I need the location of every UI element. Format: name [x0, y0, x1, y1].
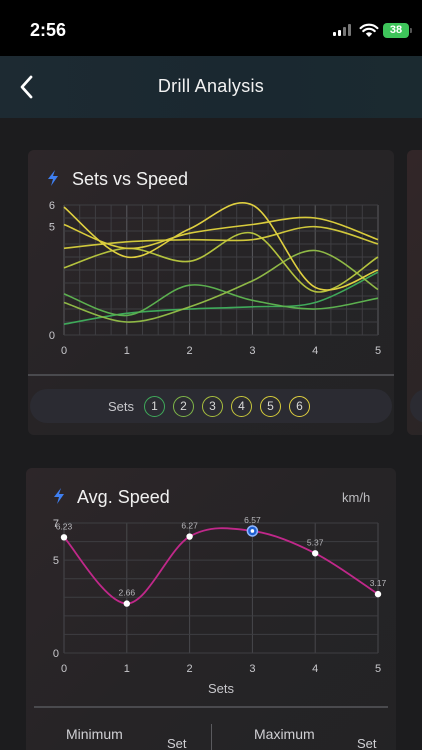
set-toggle-5[interactable]: 5	[260, 396, 281, 417]
set-toggle-1[interactable]: 1	[144, 396, 165, 417]
set-toggle-4[interactable]: 4	[231, 396, 252, 417]
sets-filter-label: Sets	[108, 399, 135, 414]
set-toggle-3[interactable]: 3	[202, 396, 223, 417]
status-time: 2:56	[30, 20, 67, 40]
x-tick-label: 0	[61, 345, 67, 357]
maximum-set-label: Set	[357, 736, 377, 750]
x-tick-label: 4	[312, 663, 318, 675]
x-tick-label: 5	[375, 345, 381, 357]
data-value-label: 6.23	[56, 521, 73, 531]
cellular-signal-icon	[333, 24, 353, 36]
avg-speed-chart: 0570 1 2 3 4 5Sets6.232.666.276.575.373.17	[53, 515, 387, 696]
speed-line	[63, 527, 379, 605]
battery-cap	[410, 28, 412, 33]
x-tick-label: 4	[312, 345, 318, 357]
speed-chart-grid	[63, 522, 379, 654]
sets-filter-bar: Sets 123456	[30, 389, 392, 423]
x-axis-title: Sets	[208, 681, 235, 696]
y-tick-label: 5	[49, 222, 55, 234]
data-point	[123, 600, 130, 607]
data-value-label: 6.27	[181, 521, 198, 531]
data-value-label: 3.17	[370, 578, 387, 588]
x-tick-label: 3	[249, 663, 255, 675]
set-toggle-6[interactable]: 6	[289, 396, 310, 417]
y-tick-label: 6	[49, 200, 55, 212]
status-bar: 2:56 38	[0, 0, 422, 56]
data-value-label: 5.37	[307, 537, 324, 547]
data-point	[186, 533, 193, 540]
minimum-label: Minimum	[66, 726, 123, 742]
x-tick-label: 2	[187, 345, 193, 357]
avg-speed-title: Avg. Speed	[77, 487, 170, 507]
data-point	[60, 534, 68, 541]
battery-icon: 38	[383, 23, 409, 38]
bolt-icon	[54, 488, 64, 504]
page-title: Drill Analysis	[157, 76, 265, 96]
wifi-icon	[359, 23, 379, 37]
x-tick-label: 0	[61, 663, 67, 675]
x-tick-label: 3	[249, 345, 255, 357]
bolt-icon	[48, 170, 58, 186]
navigation-bar: Drill Analysis	[0, 56, 422, 118]
data-value-label: 6.57	[244, 515, 261, 525]
data-point	[312, 550, 319, 557]
set-toggle-2[interactable]: 2	[173, 396, 194, 417]
sets-chart-title: Sets vs Speed	[72, 169, 189, 189]
minimum-set-label: Set	[167, 736, 187, 750]
x-tick-label: 2	[187, 663, 193, 675]
data-value-label: 2.66	[119, 588, 136, 598]
content-area: Sets vs Speed 056012345 Sets 123456 Avg.…	[0, 118, 422, 750]
data-point-selected-center	[250, 529, 255, 533]
x-tick-label: 1	[124, 663, 130, 675]
speed-unit: km/h	[342, 490, 371, 505]
y-tick-label: 0	[49, 330, 55, 342]
y-tick-label: 0	[53, 648, 59, 660]
y-tick-label: 5	[53, 555, 59, 567]
x-tick-label: 1	[124, 345, 130, 357]
x-tick-label: 5	[375, 663, 381, 675]
maximum-label: Maximum	[254, 726, 315, 742]
data-point	[374, 590, 382, 598]
